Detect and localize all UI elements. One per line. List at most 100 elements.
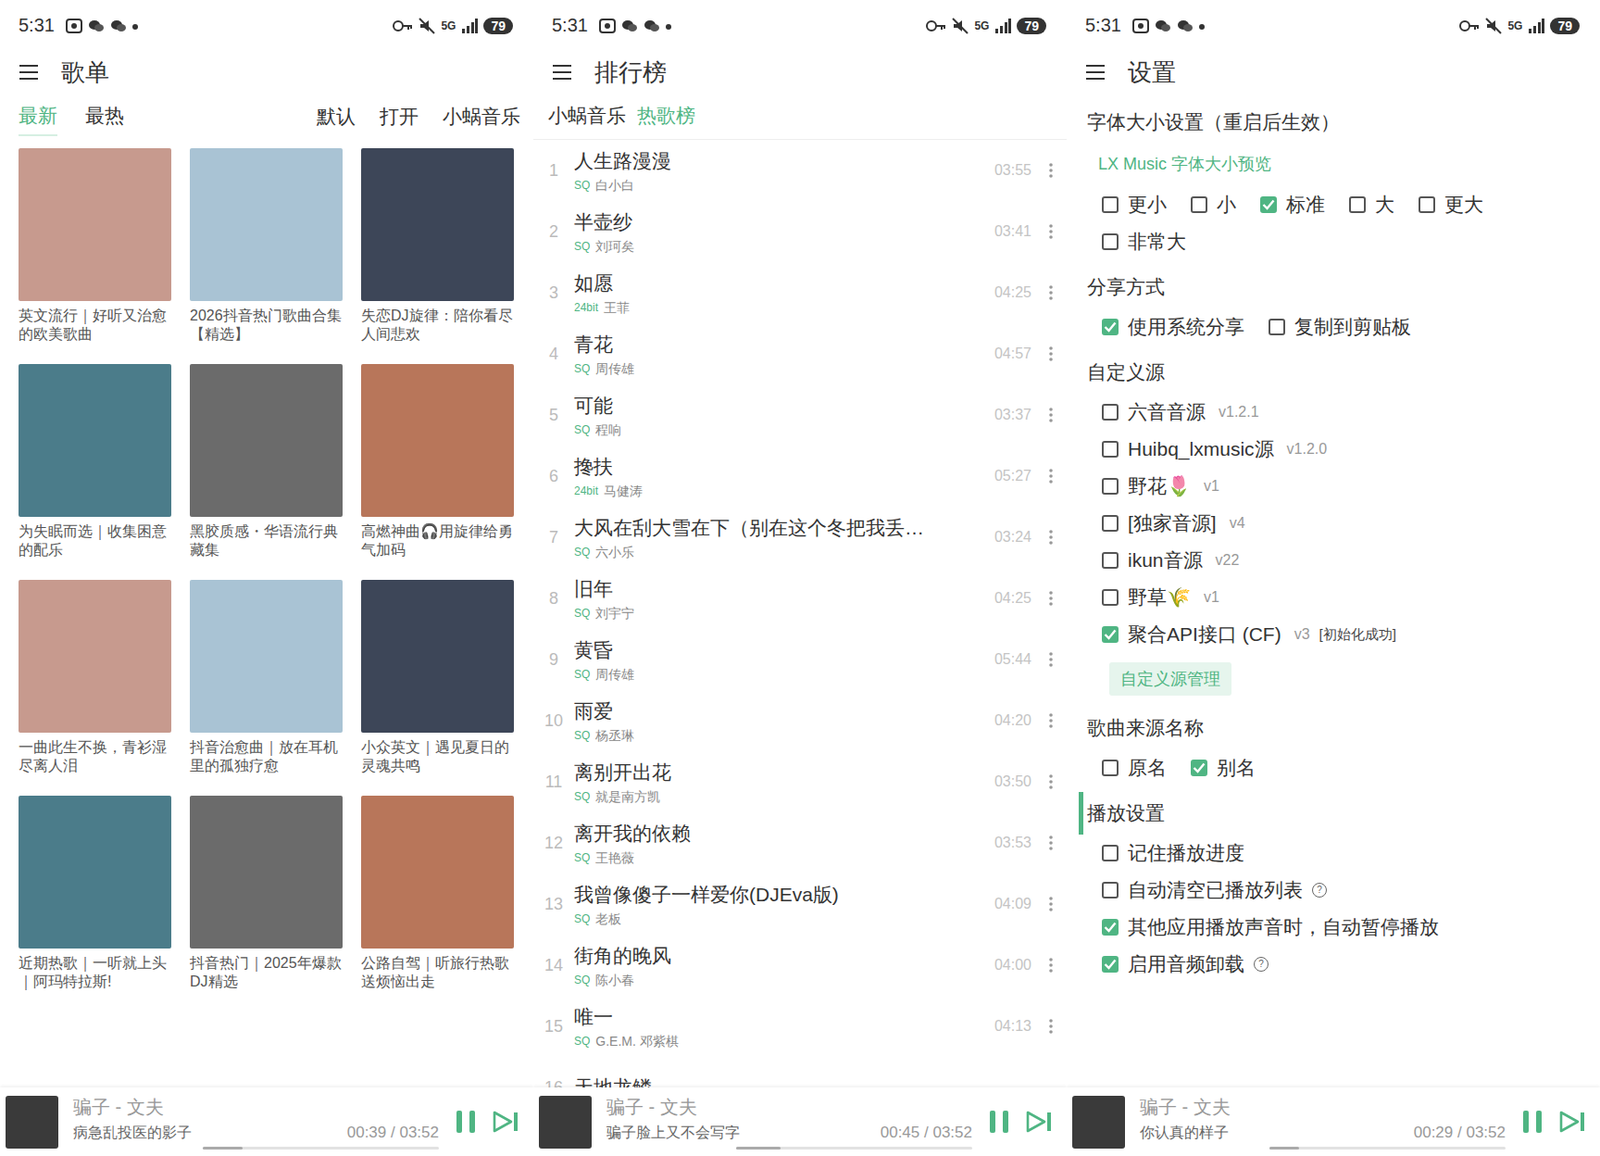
checkbox[interactable] [1260,196,1277,213]
song-row[interactable]: 12离开我的依赖SQ王艳薇03:53 [533,812,1067,874]
checkbox[interactable] [1101,551,1119,569]
song-row[interactable]: 16天地龙鳞 [533,1056,1067,1088]
sort-option[interactable]: 小蜗音乐 [442,103,521,130]
checkbox[interactable] [1101,844,1119,862]
song-row[interactable]: 15唯一SQG.E.M. 邓紫棋04:13 [533,995,1067,1057]
album-thumbnail[interactable] [5,1095,59,1149]
checkbox-option[interactable]: 六音音源v1.2.1 [1101,393,1586,431]
checkbox[interactable] [1101,440,1119,458]
checkbox-option[interactable]: 原名 [1101,749,1167,787]
playlist-card[interactable]: 失恋DJ旋律：陪你看尽人间悲欢 [361,148,514,344]
next-icon[interactable] [1025,1110,1054,1133]
song-row[interactable]: 11离别开出花SQ就是南方凯03:50 [533,750,1067,813]
next-icon[interactable] [492,1110,521,1133]
checkbox-option[interactable]: 其他应用播放声音时，自动暂停播放 [1101,908,1586,946]
playlist-card[interactable]: 2026抖音热门歌曲合集【精选】 [189,148,343,344]
playlist-card[interactable]: 高燃神曲🎧用旋律给勇气加码 [361,363,514,560]
more-icon[interactable] [1048,162,1054,179]
progress-bar[interactable] [736,1146,973,1150]
source-manage-button[interactable]: 自定义源管理 [1109,662,1232,696]
tab[interactable]: 最热 [85,97,125,137]
playlist-card[interactable]: 为失眠而选｜收集困意的配乐 [18,363,172,560]
checkbox[interactable] [1349,196,1366,213]
album-thumbnail[interactable] [1072,1095,1125,1149]
more-icon[interactable] [1048,895,1054,913]
more-icon[interactable] [1048,406,1054,424]
checkbox[interactable] [1101,403,1119,421]
checkbox[interactable] [1190,196,1208,213]
song-row[interactable]: 4青花SQ周传雄04:57 [533,323,1067,385]
playlist-card[interactable]: 英文流行｜好听又治愈的欧美歌曲 [18,148,172,344]
more-icon[interactable] [1048,712,1054,729]
song-row[interactable]: 6搀扶24bit马健涛05:27 [533,445,1067,507]
menu-icon[interactable] [18,63,39,81]
checkbox[interactable] [1101,918,1119,936]
checkbox-option[interactable]: 小 [1190,186,1237,224]
more-icon[interactable] [1048,1017,1054,1035]
checkbox[interactable] [1101,514,1119,532]
checkbox[interactable] [1190,759,1208,776]
more-icon[interactable] [1048,834,1054,851]
playlist-card[interactable]: 小众英文｜遇见夏日的灵魂共鸣 [361,579,514,775]
album-thumbnail[interactable] [538,1095,592,1149]
checkbox[interactable] [1101,477,1119,495]
sort-option[interactable]: 默认 [316,103,356,130]
checkbox-option[interactable]: 记住播放进度 [1101,834,1586,872]
more-icon[interactable] [1048,223,1054,240]
more-icon[interactable] [1048,773,1054,790]
song-row[interactable]: 2半壶纱SQ刘珂矣03:41 [533,200,1067,263]
progress-bar[interactable] [202,1146,439,1150]
song-row[interactable]: 1人生路漫漫SQ白小白03:55 [533,139,1067,201]
more-icon[interactable] [1048,467,1054,485]
progress-bar[interactable] [1269,1146,1506,1150]
checkbox-option[interactable]: 标准 [1260,186,1325,224]
playlist-card[interactable]: 抖音治愈曲｜放在耳机里的孤独疗愈 [189,579,343,775]
checkbox-option[interactable]: 聚合API接口 (CF)v3[初始化成功] [1101,615,1586,653]
checkbox-option[interactable]: Huibq_lxmusic源v1.2.0 [1101,430,1586,468]
tab[interactable]: 热歌榜 [637,97,696,137]
song-row[interactable]: 5可能SQ程响03:37 [533,384,1067,446]
checkbox-option[interactable]: 复制到剪贴板 [1268,308,1412,346]
checkbox-option[interactable]: 野草🌾v1 [1101,578,1586,616]
checkbox[interactable] [1418,196,1436,213]
song-row[interactable]: 9黄昏SQ周传雄05:44 [533,628,1067,690]
song-row[interactable]: 10雨爱SQ杨丞琳04:20 [533,689,1067,751]
checkbox-option[interactable]: 更小 [1101,186,1167,224]
checkbox-option[interactable]: 使用系统分享 [1101,308,1245,346]
checkbox-option[interactable]: 大 [1349,186,1395,224]
checkbox-option[interactable]: 更大 [1418,186,1484,224]
more-icon[interactable] [1048,345,1054,363]
checkbox[interactable] [1101,881,1119,899]
checkbox[interactable] [1101,625,1119,643]
pause-icon[interactable] [453,1108,478,1135]
checkbox[interactable] [1268,318,1286,336]
song-row[interactable]: 14街角的晚风SQ陈小春04:00 [533,934,1067,996]
checkbox[interactable] [1101,233,1119,250]
checkbox-option[interactable]: 野花🌷v1 [1101,467,1586,505]
playlist-card[interactable]: 黑胶质感・华语流行典藏集 [189,363,343,560]
playlist-card[interactable]: 抖音热门｜2025年爆款DJ精选 [189,795,343,991]
more-icon[interactable] [1048,528,1054,546]
checkbox-option[interactable]: 启用音频卸载? [1101,945,1586,983]
more-icon[interactable] [1048,956,1054,974]
checkbox-option[interactable]: ikun音源v22 [1101,541,1586,579]
checkbox[interactable] [1101,588,1119,606]
tab[interactable]: 小蜗音乐 [548,97,626,137]
checkbox-option[interactable]: 别名 [1190,749,1256,787]
checkbox-option[interactable]: 自动清空已播放列表? [1101,871,1586,909]
checkbox[interactable] [1101,196,1119,213]
checkbox[interactable] [1101,318,1119,336]
song-row[interactable]: 7大风在刮大雪在下（别在这个冬把我丢…SQ六小乐03:24 [533,506,1067,568]
playlist-card[interactable]: 一曲此生不换，青衫湿尽离人泪 [18,579,172,775]
song-row[interactable]: 13我曾像傻子一样爱你(DJEva版)SQ老板04:09 [533,873,1067,935]
checkbox[interactable] [1101,955,1119,973]
playlist-card[interactable]: 公路自驾｜听旅行热歌送烦恼出走 [361,795,514,991]
tab[interactable]: 最新 [18,97,58,137]
checkbox-option[interactable]: [独家音源]v4 [1101,504,1586,542]
song-row[interactable]: 3如愿24bit王菲04:25 [533,262,1067,324]
more-icon[interactable] [1048,284,1054,301]
checkbox-option[interactable]: 非常大 [1101,223,1187,261]
pause-icon[interactable] [987,1108,1012,1135]
help-icon[interactable]: ? [1312,882,1327,898]
menu-icon[interactable] [551,63,573,81]
